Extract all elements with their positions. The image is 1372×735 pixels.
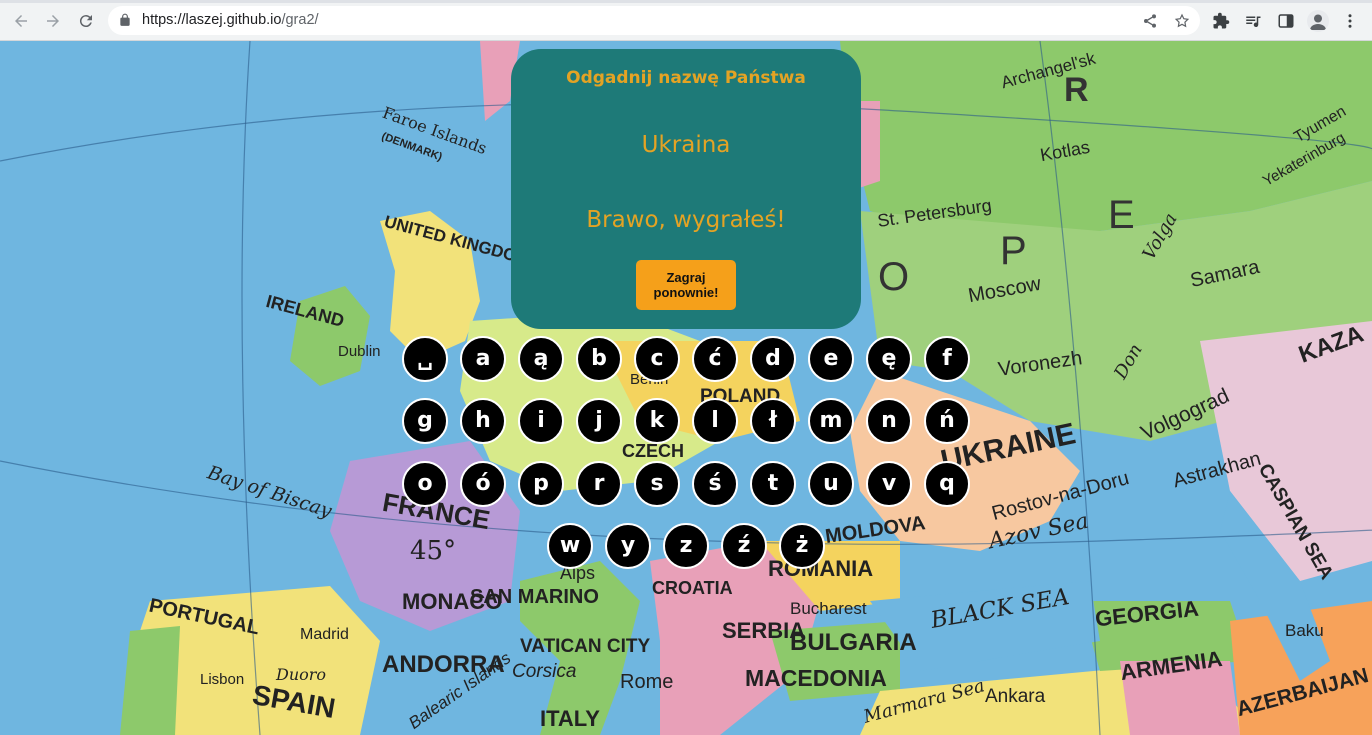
share-icon[interactable] <box>1141 12 1159 30</box>
map-label: Dublin <box>338 343 381 360</box>
key-e[interactable]: e <box>808 336 854 382</box>
reload-icon[interactable] <box>73 8 99 34</box>
map-label: 45° <box>410 536 457 566</box>
map-label: ITALY <box>540 706 600 731</box>
key-z[interactable]: z <box>663 523 709 569</box>
lock-icon <box>120 13 130 26</box>
map-label: Duoro <box>276 665 327 684</box>
key-o-acute[interactable]: ó <box>460 461 506 507</box>
key-g[interactable]: g <box>402 398 448 444</box>
key-b[interactable]: b <box>576 336 622 382</box>
key-q[interactable]: q <box>924 461 970 507</box>
map-label: Ankara <box>985 686 1046 707</box>
map-label: BULGARIA <box>790 629 917 656</box>
key-s-acute[interactable]: ś <box>692 461 738 507</box>
map-label: R <box>1064 71 1089 109</box>
key-l-stroke[interactable]: ł <box>750 398 796 444</box>
key-l[interactable]: l <box>692 398 738 444</box>
key-c-acute[interactable]: ć <box>692 336 738 382</box>
game-title: Odgadnij nazwę Państwa <box>566 68 806 88</box>
key-u[interactable]: u <box>808 461 854 507</box>
map-label: Madrid <box>300 626 349 643</box>
key-k[interactable]: k <box>634 398 680 444</box>
key-f[interactable]: f <box>924 336 970 382</box>
game-panel: Odgadnij nazwę Państwa Ukraina Brawo, wy… <box>511 49 861 329</box>
key-a-ogonek[interactable]: ą <box>518 336 564 382</box>
address-bar[interactable]: https://laszej.github.io/gra2/ <box>108 6 1200 35</box>
key-t[interactable]: t <box>750 461 796 507</box>
key-y[interactable]: y <box>605 523 651 569</box>
map-label: VATICAN CITY <box>520 636 651 657</box>
key-d[interactable]: d <box>750 336 796 382</box>
tab-strip-edge <box>0 0 1372 3</box>
extensions-icon[interactable] <box>1211 11 1231 31</box>
profile-icon[interactable] <box>1307 10 1329 32</box>
play-again-button[interactable]: Zagraj ponownie! <box>636 260 736 310</box>
key-w[interactable]: w <box>547 523 593 569</box>
key-z-dot[interactable]: ż <box>779 523 825 569</box>
key-p[interactable]: p <box>518 461 564 507</box>
key-s[interactable]: s <box>634 461 680 507</box>
key-m[interactable]: m <box>808 398 854 444</box>
url-text: https://laszej.github.io/gra2/ <box>142 12 319 28</box>
url-path: /gra2/ <box>281 12 319 28</box>
back-icon[interactable] <box>8 8 34 34</box>
key-a[interactable]: a <box>460 336 506 382</box>
map-label: O <box>878 255 910 299</box>
map-label: Bucharest <box>790 599 867 618</box>
map-label: P <box>1000 229 1027 273</box>
map-label: Lisbon <box>200 671 245 688</box>
map-label: CROATIA <box>652 578 733 598</box>
star-icon[interactable] <box>1173 12 1191 30</box>
key-i[interactable]: i <box>518 398 564 444</box>
key-space[interactable]: ␣ <box>402 336 448 382</box>
side-panel-icon[interactable] <box>1276 11 1296 31</box>
win-message: Brawo, wygrałeś! <box>586 207 786 233</box>
url-host: https://laszej.github.io <box>142 12 282 28</box>
key-z-acute[interactable]: ź <box>721 523 767 569</box>
map-label: SAN MARINO <box>470 586 599 608</box>
key-n[interactable]: n <box>866 398 912 444</box>
key-o[interactable]: o <box>402 461 448 507</box>
browser-toolbar: https://laszej.github.io/gra2/ <box>0 0 1372 41</box>
map-label: Rome <box>620 671 674 693</box>
guessed-word: Ukraina <box>641 132 731 158</box>
menu-icon[interactable] <box>1340 11 1360 31</box>
key-h[interactable]: h <box>460 398 506 444</box>
map-label: MACEDONIA <box>745 665 887 691</box>
media-icon[interactable] <box>1243 11 1263 31</box>
key-e-ogonek[interactable]: ę <box>866 336 912 382</box>
map-label: Corsica <box>512 661 577 682</box>
key-v[interactable]: v <box>866 461 912 507</box>
map-label: CZECH <box>622 441 684 461</box>
map-label: E <box>1108 193 1135 237</box>
key-c[interactable]: c <box>634 336 680 382</box>
map-label: Baku <box>1285 621 1324 640</box>
key-r[interactable]: r <box>576 461 622 507</box>
forward-icon[interactable] <box>40 8 66 34</box>
key-j[interactable]: j <box>576 398 622 444</box>
key-n-acute[interactable]: ń <box>924 398 970 444</box>
